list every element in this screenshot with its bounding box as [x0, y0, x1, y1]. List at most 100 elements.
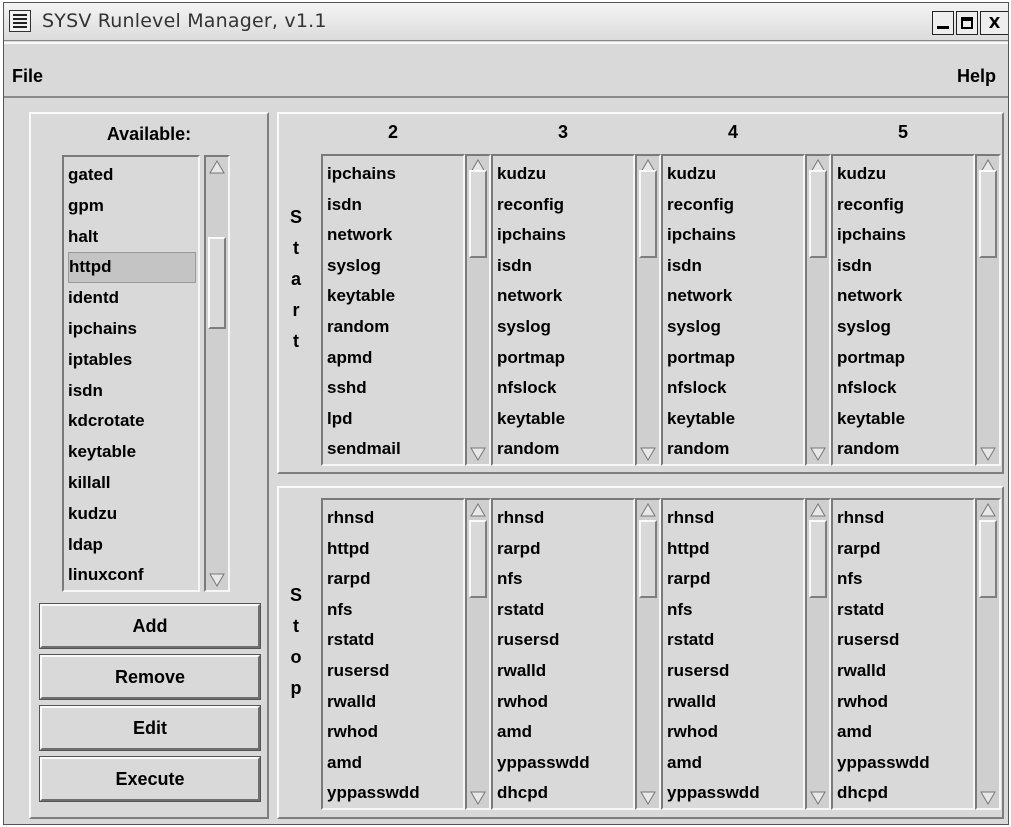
- available-list-item[interactable]: gpm: [68, 191, 198, 222]
- service-list-item[interactable]: random: [667, 434, 803, 464]
- service-list-item[interactable]: kudzu: [667, 159, 803, 190]
- service-list-item[interactable]: keytable: [837, 404, 973, 435]
- menu-file[interactable]: File: [12, 66, 43, 87]
- available-list[interactable]: gated gpm halt httpd identd ipchains iptables i…: [62, 155, 200, 592]
- scroll-up-arrow-icon[interactable]: [979, 502, 997, 518]
- scroll-down-arrow-icon[interactable]: [208, 572, 226, 588]
- runlevel-3-stop-list[interactable]: rhnsd rarpd nfs rstatd rusersd rwalld rwhod amd…: [491, 498, 635, 810]
- service-list-item[interactable]: ipchains: [327, 159, 463, 190]
- service-list-item[interactable]: reconfig: [497, 190, 633, 221]
- service-list-item[interactable]: rwalld: [327, 687, 463, 718]
- service-list-item[interactable]: sendmail: [327, 434, 463, 464]
- scroll-down-arrow-icon[interactable]: [469, 446, 487, 462]
- service-list-item[interactable]: syslog: [837, 312, 973, 343]
- scroll-down-arrow-icon[interactable]: [469, 790, 487, 806]
- service-list-item[interactable]: rusersd: [837, 625, 973, 656]
- runlevel-2-start-scrollbar[interactable]: [465, 154, 491, 466]
- service-list-item[interactable]: random: [497, 434, 633, 464]
- service-list-item[interactable]: nfslock: [837, 373, 973, 404]
- runlevel-5-stop-list[interactable]: rhnsd rarpd nfs rstatd rusersd rwalld rwhod amd…: [831, 498, 975, 810]
- title-bar[interactable]: SYSV Runlevel Manager, v1.1 X: [4, 3, 1008, 41]
- service-list-item[interactable]: kudzu: [837, 159, 973, 190]
- service-list-item[interactable]: rwhod: [497, 687, 633, 718]
- service-list-item[interactable]: syslog: [327, 251, 463, 282]
- service-list-item[interactable]: apmd: [327, 343, 463, 374]
- runlevel-3-start-list[interactable]: kudzu reconfig ipchains isdn network syslog po…: [491, 154, 635, 466]
- scroll-down-arrow-icon[interactable]: [639, 446, 657, 462]
- service-list-item[interactable]: network: [497, 281, 633, 312]
- available-list-item[interactable]: ldap: [68, 530, 198, 561]
- service-list-item[interactable]: nfslock: [497, 373, 633, 404]
- scrollbar-thumb[interactable]: [639, 170, 657, 258]
- service-list-item[interactable]: random: [837, 434, 973, 464]
- window-menu-icon[interactable]: [9, 10, 31, 32]
- service-list-item[interactable]: nfs: [667, 595, 803, 626]
- service-list-item[interactable]: yppasswdd: [497, 748, 633, 779]
- service-list-item[interactable]: rwhod: [327, 717, 463, 748]
- scrollbar-thumb[interactable]: [639, 520, 657, 598]
- scroll-down-arrow-icon[interactable]: [979, 446, 997, 462]
- edit-button[interactable]: Edit: [39, 705, 261, 751]
- runlevel-5-start-list[interactable]: kudzu reconfig ipchains isdn network syslog po…: [831, 154, 975, 466]
- service-list-item[interactable]: isdn: [837, 251, 973, 282]
- scroll-down-arrow-icon[interactable]: [979, 790, 997, 806]
- scroll-up-arrow-icon[interactable]: [809, 502, 827, 518]
- service-list-item[interactable]: isdn: [667, 251, 803, 282]
- runlevel-5-stop-scrollbar[interactable]: [975, 498, 1001, 810]
- service-list-item[interactable]: rarpd: [837, 534, 973, 565]
- scrollbar-thumb[interactable]: [809, 520, 827, 598]
- service-list-item[interactable]: network: [327, 220, 463, 251]
- service-list-item[interactable]: nfs: [497, 564, 633, 595]
- service-list-item[interactable]: rarpd: [667, 564, 803, 595]
- execute-button[interactable]: Execute: [39, 756, 261, 802]
- service-list-item[interactable]: isdn: [327, 190, 463, 221]
- service-list-item[interactable]: network: [667, 281, 803, 312]
- service-list-item[interactable]: rhnsd: [327, 503, 463, 534]
- service-list-item[interactable]: isdn: [497, 251, 633, 282]
- runlevel-4-stop-scrollbar[interactable]: [805, 498, 831, 810]
- service-list-item[interactable]: portmap: [837, 343, 973, 374]
- available-list-item[interactable]: iptables: [68, 345, 198, 376]
- service-list-item[interactable]: portmap: [667, 343, 803, 374]
- service-list-item[interactable]: rwhod: [667, 717, 803, 748]
- service-list-item[interactable]: httpd: [327, 534, 463, 565]
- service-list-item[interactable]: amd: [327, 748, 463, 779]
- service-list-item[interactable]: dhcpd: [837, 778, 973, 808]
- service-list-item[interactable]: nfs: [327, 595, 463, 626]
- service-list-item[interactable]: rwalld: [667, 687, 803, 718]
- service-list-item[interactable]: yppasswdd: [667, 778, 803, 808]
- available-list-item[interactable]: isdn: [68, 376, 198, 407]
- service-list-item[interactable]: rwalld: [497, 656, 633, 687]
- runlevel-4-stop-list[interactable]: rhnsd httpd rarpd nfs rstatd rusersd rwalld rwh…: [661, 498, 805, 810]
- service-list-item[interactable]: rhnsd: [837, 503, 973, 534]
- runlevel-4-start-list[interactable]: kudzu reconfig ipchains isdn network syslog po…: [661, 154, 805, 466]
- runlevel-2-start-list[interactable]: ipchains isdn network syslog keytable random a…: [321, 154, 465, 466]
- service-list-item[interactable]: rusersd: [497, 625, 633, 656]
- service-list-item[interactable]: rhnsd: [667, 503, 803, 534]
- service-list-item[interactable]: yppasswdd: [837, 748, 973, 779]
- maximize-button[interactable]: [956, 11, 978, 35]
- runlevel-4-start-scrollbar[interactable]: [805, 154, 831, 466]
- runlevel-2-stop-scrollbar[interactable]: [465, 498, 491, 810]
- service-list-item[interactable]: nfslock: [667, 373, 803, 404]
- service-list-item[interactable]: nfs: [837, 564, 973, 595]
- available-list-item[interactable]: linuxconf: [68, 560, 198, 590]
- runlevel-3-stop-scrollbar[interactable]: [635, 498, 661, 810]
- close-button[interactable]: X: [980, 11, 1008, 35]
- available-list-item[interactable]: keytable: [68, 437, 198, 468]
- available-list-item[interactable]: killall: [68, 468, 198, 499]
- available-list-item[interactable]: gated: [68, 160, 198, 191]
- service-list-item[interactable]: rwalld: [837, 656, 973, 687]
- service-list-item[interactable]: kudzu: [497, 159, 633, 190]
- service-list-item[interactable]: rusersd: [667, 656, 803, 687]
- available-list-item[interactable]: ipchains: [68, 314, 198, 345]
- service-list-item[interactable]: rarpd: [327, 564, 463, 595]
- available-scrollbar[interactable]: [204, 155, 230, 592]
- service-list-item[interactable]: rwhod: [837, 687, 973, 718]
- service-list-item[interactable]: keytable: [667, 404, 803, 435]
- scrollbar-thumb[interactable]: [979, 170, 997, 258]
- service-list-item[interactable]: httpd: [667, 534, 803, 565]
- menu-help[interactable]: Help: [957, 66, 996, 87]
- service-list-item[interactable]: ipchains: [837, 220, 973, 251]
- service-list-item[interactable]: keytable: [497, 404, 633, 435]
